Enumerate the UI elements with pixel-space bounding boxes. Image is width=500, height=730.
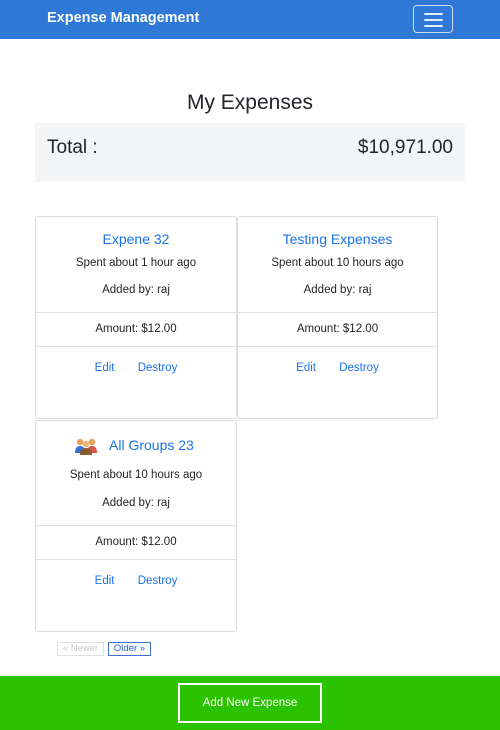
expense-title-link[interactable]: Expene 32 <box>36 231 236 247</box>
page-title: My Expenses <box>186 91 314 114</box>
expense-card: Expene 32 Spent about 1 hour ago Added b… <box>35 216 237 419</box>
edit-link[interactable]: Edit <box>296 362 316 374</box>
divider <box>36 312 236 313</box>
expense-actions: Edit Destroy <box>36 575 236 587</box>
divider <box>36 346 236 347</box>
brand-link[interactable]: Expense Management <box>47 10 199 26</box>
pagination-newer: « Newer <box>57 642 104 656</box>
expense-added-by: Added by: raj <box>102 284 170 296</box>
expense-amount: Amount: $12.00 <box>95 536 177 548</box>
destroy-link[interactable]: Destroy <box>138 362 178 374</box>
expense-spent-time: Spent about 10 hours ago <box>271 257 404 269</box>
total-summary: Total : $10,971.00 <box>35 123 465 182</box>
navbar: Expense Management <box>0 0 500 39</box>
menu-toggle-button[interactable] <box>413 5 453 33</box>
total-value: $10,971.00 <box>357 137 453 158</box>
expense-card: All Groups 23 Spent about 10 hours ago A… <box>35 420 237 632</box>
divider <box>238 346 437 347</box>
expense-title-link[interactable]: All Groups 23 <box>109 437 194 453</box>
expense-actions: Edit Destroy <box>36 362 236 374</box>
divider <box>36 525 236 526</box>
add-new-expense-button[interactable]: Add New Expense <box>178 683 322 723</box>
expense-card: Testing Expenses Spent about 10 hours ag… <box>237 216 438 419</box>
edit-link[interactable]: Edit <box>95 362 115 374</box>
destroy-link[interactable]: Destroy <box>138 575 178 587</box>
group-people-icon <box>75 438 97 455</box>
footer-bar: Add New Expense <box>0 676 500 730</box>
hamburger-icon-bar <box>424 19 443 21</box>
destroy-link[interactable]: Destroy <box>339 362 379 374</box>
expense-title-link[interactable]: Testing Expenses <box>238 231 437 247</box>
expense-actions: Edit Destroy <box>238 362 437 374</box>
pagination-older-link[interactable]: Older » <box>108 642 151 656</box>
divider <box>238 312 437 313</box>
divider <box>36 559 236 560</box>
expense-added-by: Added by: raj <box>102 497 170 509</box>
expense-spent-time: Spent about 10 hours ago <box>69 469 203 481</box>
expense-amount: Amount: $12.00 <box>296 323 379 335</box>
expense-amount: Amount: $12.00 <box>95 323 177 335</box>
expense-spent-time: Spent about 1 hour ago <box>75 257 197 269</box>
hamburger-icon <box>424 13 443 15</box>
expense-added-by: Added by: raj <box>303 284 372 296</box>
hamburger-icon-bar <box>424 25 443 27</box>
total-label: Total : <box>47 137 98 158</box>
edit-link[interactable]: Edit <box>95 575 115 587</box>
